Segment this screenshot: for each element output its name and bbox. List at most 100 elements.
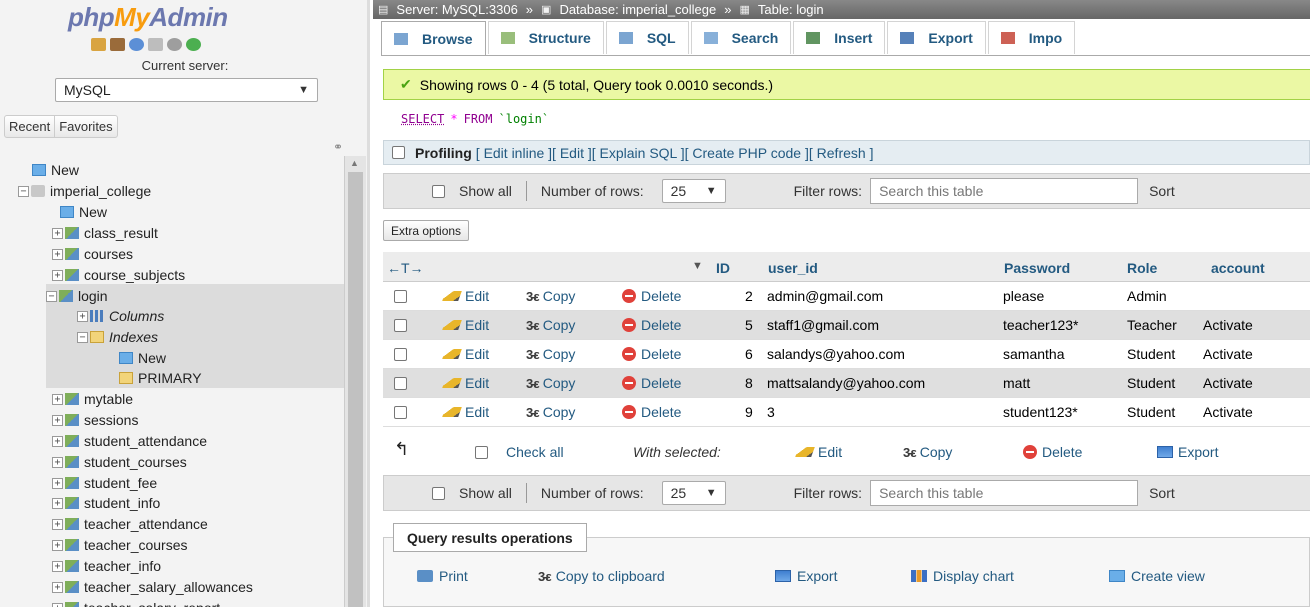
tree-item[interactable]: New	[119, 348, 167, 368]
profiling-checkbox[interactable]	[392, 146, 405, 159]
breadcrumb-table[interactable]: Table: login	[758, 2, 824, 17]
row-delete-button[interactable]: Delete	[622, 375, 681, 391]
tab-browse[interactable]: Browse	[381, 21, 486, 56]
favorites-button[interactable]: Favorites	[54, 116, 116, 137]
row-copy-button[interactable]: 3-ε Copy	[526, 288, 575, 304]
profiling-link-create-php-code[interactable]: Create PHP code	[692, 145, 801, 161]
column-header-password[interactable]: Password	[1004, 260, 1070, 276]
collapse-icon[interactable]: −	[77, 331, 88, 343]
row-edit-button[interactable]: Edit	[442, 404, 489, 420]
docs-icon[interactable]	[148, 38, 163, 51]
phpmyadmin-logo[interactable]: phpMyAdmin	[68, 2, 228, 33]
tree-item[interactable]: + student_fee	[52, 473, 157, 493]
reload-icon[interactable]	[186, 38, 201, 51]
server-select[interactable]: MySQL ▼	[55, 78, 318, 102]
bulk-copy-button[interactable]: 3-ε Copy	[903, 444, 952, 460]
tree-item[interactable]: + courses	[52, 244, 133, 264]
tab-insert[interactable]: Insert	[793, 21, 886, 54]
bulk-delete-button[interactable]: Delete	[1023, 444, 1082, 460]
row-copy-button[interactable]: 3-ε Copy	[526, 404, 575, 420]
profiling-link-edit-inline[interactable]: Edit inline	[484, 145, 545, 161]
tree-item[interactable]: PRIMARY	[119, 368, 202, 388]
tree-item[interactable]: + teacher_salary_allowances	[52, 577, 253, 597]
expand-icon[interactable]: +	[52, 539, 63, 551]
tree-item[interactable]: + mytable	[52, 389, 133, 409]
expand-icon[interactable]: +	[52, 497, 63, 509]
tree-item[interactable]: − Indexes	[77, 327, 159, 347]
row-copy-button[interactable]: 3-ε Copy	[526, 317, 575, 333]
tree-item[interactable]: + class_result	[52, 223, 158, 243]
expand-icon[interactable]: +	[52, 602, 63, 607]
row-checkbox[interactable]	[394, 377, 407, 390]
expand-icon[interactable]: +	[77, 310, 88, 322]
tree-item[interactable]: + sessions	[52, 410, 138, 430]
collapse-icon[interactable]: −	[18, 185, 29, 197]
column-header-account[interactable]: account	[1211, 260, 1265, 276]
tab-structure[interactable]: Structure	[487, 21, 604, 54]
scrollbar-thumb[interactable]	[348, 172, 363, 607]
settings-gear-icon[interactable]	[167, 38, 182, 51]
row-delete-button[interactable]: Delete	[622, 317, 681, 333]
expand-icon[interactable]: +	[52, 456, 63, 468]
rows-per-page-select[interactable]: 25 ▼	[661, 179, 726, 203]
tree-item[interactable]: New	[60, 202, 107, 222]
bulk-edit-button[interactable]: Edit	[795, 444, 842, 460]
expand-icon[interactable]: +	[52, 269, 63, 281]
row-copy-button[interactable]: 3-ε Copy	[526, 375, 575, 391]
row-delete-button[interactable]: Delete	[622, 404, 681, 420]
expand-icon[interactable]: +	[52, 248, 63, 260]
collapse-icon[interactable]: −	[46, 290, 57, 302]
row-checkbox[interactable]	[394, 290, 407, 303]
expand-icon[interactable]: +	[52, 518, 63, 530]
scroll-up-icon[interactable]: ▲	[350, 158, 359, 168]
tree-item[interactable]: + student_info	[52, 493, 160, 513]
tree-item[interactable]: + teacher_courses	[52, 535, 188, 555]
expand-icon[interactable]: +	[52, 581, 63, 593]
link-with-main-icon[interactable]: ⚭	[333, 140, 343, 154]
tree-item[interactable]: + Columns	[77, 306, 165, 326]
column-header-role[interactable]: Role	[1127, 260, 1157, 276]
check-all-label[interactable]: Check all	[506, 444, 564, 460]
breadcrumb-database[interactable]: Database: imperial_college	[559, 2, 716, 17]
row-copy-button[interactable]: 3-ε Copy	[526, 346, 575, 362]
column-resize-arrows-icon[interactable]: ←T→	[387, 260, 424, 276]
tab-impo[interactable]: Impo	[987, 21, 1076, 54]
row-edit-button[interactable]: Edit	[442, 375, 489, 391]
row-delete-button[interactable]: Delete	[622, 288, 681, 304]
row-edit-button[interactable]: Edit	[442, 317, 489, 333]
column-header-id[interactable]: ID	[716, 260, 730, 276]
tree-item[interactable]: + student_attendance	[52, 431, 207, 451]
row-delete-button[interactable]: Delete	[622, 346, 681, 362]
extra-options-button[interactable]: Extra options	[383, 220, 470, 241]
profiling-link-explain-sql[interactable]: Explain SQL	[600, 145, 677, 161]
tree-item[interactable]: New	[32, 160, 79, 180]
row-edit-button[interactable]: Edit	[442, 346, 489, 362]
profiling-link-edit[interactable]: Edit	[560, 145, 584, 161]
tree-item[interactable]: + student_courses	[52, 452, 187, 472]
expand-icon[interactable]: +	[52, 227, 63, 239]
row-checkbox[interactable]	[394, 319, 407, 332]
tree-item[interactable]: − imperial_college	[18, 181, 151, 201]
show-all-checkbox[interactable]	[432, 486, 445, 500]
column-header-user-id[interactable]: user_id	[768, 260, 818, 276]
tree-item[interactable]: − login	[46, 286, 108, 306]
expand-icon[interactable]: +	[52, 414, 63, 426]
export-link[interactable]: Export	[775, 568, 837, 584]
filter-search-input[interactable]: Search this table	[870, 178, 1139, 204]
expand-icon[interactable]: +	[52, 560, 63, 572]
tab-export[interactable]: Export	[887, 21, 986, 54]
profiling-link-refresh[interactable]: Refresh	[817, 145, 866, 161]
tree-item[interactable]: + teacher_attendance	[52, 514, 208, 534]
expand-icon[interactable]: +	[52, 393, 63, 405]
logout-icon[interactable]	[110, 38, 125, 51]
create-view-link[interactable]: Create view	[1109, 568, 1205, 584]
tree-scrollbar[interactable]: ▲	[344, 156, 366, 607]
expand-icon[interactable]: +	[52, 477, 63, 489]
rows-per-page-select[interactable]: 25 ▼	[661, 481, 726, 505]
copy-to-clipboard-link[interactable]: 3-ε Copy to clipboard	[538, 568, 665, 584]
breadcrumb-server[interactable]: Server: MySQL:3306	[396, 2, 517, 17]
row-checkbox[interactable]	[394, 348, 407, 361]
expand-icon[interactable]: +	[52, 435, 63, 447]
tree-item[interactable]: + teacher_salary_report	[52, 598, 220, 607]
help-icon[interactable]	[129, 38, 144, 51]
